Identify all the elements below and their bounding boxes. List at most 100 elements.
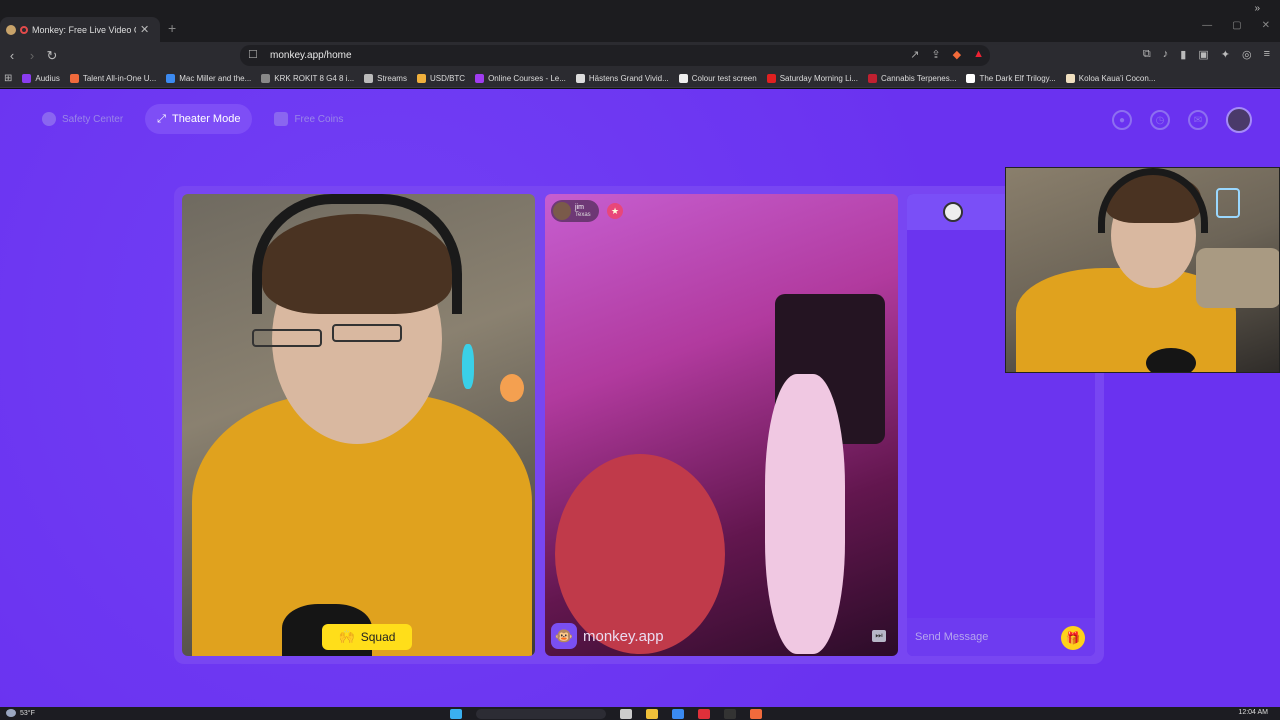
bookmark-item[interactable]: Saturday Morning Li... [766,73,858,83]
shield-icon [42,112,56,126]
messages-icon[interactable]: ✉ [1188,110,1208,130]
browser-toolbar: ‹ › ↻ ☐ monkey.app/home ↗ ⇪ ◆ ▲ ⧉ ♪ ▮ ▣ … [0,42,1280,69]
browser-tab[interactable]: Monkey: Free Live Video Cha ✕ [0,17,160,42]
microphone [1146,348,1196,372]
brand-text: monkey.app [583,627,664,645]
maximize-icon[interactable]: ▢ [1232,20,1241,31]
clock: 12:04 AM [1238,709,1268,716]
toolbar-icons: ⧉ ♪ ▮ ▣ ✦ ◎ ≡ [1143,48,1270,61]
media-icon[interactable]: ♪ [1163,48,1169,61]
bookmark-item[interactable]: Audius [22,73,60,83]
bookmark-label: Colour test screen [691,73,757,83]
taskbar-apps [450,709,762,719]
vpn-icon[interactable]: ◎ [1242,48,1252,61]
history-icon[interactable]: ◷ [1150,110,1170,130]
address-bar[interactable]: ☐ monkey.app/home ↗ ⇪ ◆ ▲ [240,45,990,66]
bookmark-item[interactable]: Talent All-in-One U... [69,73,157,83]
bookmark-item[interactable]: USD/BTC [416,73,465,83]
bookmark-favicon-icon [261,73,271,83]
bookmark-item[interactable]: Mac Miller and the... [166,73,251,83]
bookmark-item[interactable]: Koloa Kaua'i Cocon... [1065,73,1156,83]
minimize-icon[interactable]: — [1202,20,1212,31]
bookmark-favicon-icon [166,73,176,83]
app-icon[interactable] [724,709,736,719]
bookmark-favicon-icon [678,73,688,83]
app-icon[interactable] [698,709,710,719]
local-video: 🙌 Squad [182,194,535,656]
remote-user-tag[interactable]: jim Texas [551,200,599,222]
open-external-icon[interactable]: ↗ [910,48,919,61]
theater-mode-label: Theater Mode [171,113,241,125]
gift-icon[interactable]: 🎁 [1061,626,1085,650]
free-coins-button[interactable]: Free Coins [262,104,355,134]
skip-icon[interactable]: ⏭ [872,630,886,642]
chat-partner-avatar[interactable] [943,202,963,222]
squad-button[interactable]: 🙌 Squad [322,624,412,650]
filter-icon[interactable]: ● [1112,110,1132,130]
extensions-icon[interactable]: ⧉ [1143,48,1151,61]
apps-icon[interactable]: ⊞ [4,73,12,84]
bookmark-item[interactable]: Cannabis Terpenes... [867,73,957,83]
bookmark-item[interactable]: Colour test screen [678,73,757,83]
bookmark-favicon-icon [475,73,485,83]
glasses [332,324,402,342]
remote-user-avatar [553,202,571,220]
bookmark-favicon-icon [69,73,79,83]
bookmark-label: Hästens Grand Vivid... [588,73,669,83]
profile-avatar[interactable] [1226,107,1252,133]
badge-icon[interactable]: ★ [607,203,623,219]
lava-lamp [462,344,474,389]
sidebar-icon[interactable]: ▮ [1180,48,1186,61]
bookmark-item[interactable]: Online Courses - Le... [475,73,566,83]
leo-ai-icon[interactable]: ✦ [1221,48,1230,61]
menu-icon[interactable]: ≡ [1264,48,1270,61]
bookmark-icon[interactable]: ☐ [248,48,258,61]
couch [1196,248,1279,308]
file-explorer-icon[interactable] [646,709,658,719]
bookmark-label: Audius [35,73,60,83]
remote-user-name: jim [575,203,584,211]
bookmark-favicon-icon [416,73,426,83]
brand-watermark: 🐵 monkey.app [551,623,664,649]
task-view-icon[interactable] [620,709,632,719]
bookmark-label: KRK ROKIT 8 G4 8 i... [274,73,355,83]
remote-user-location: Texas [575,211,591,218]
bookmark-favicon-icon [575,73,585,83]
wallet-icon[interactable]: ▣ [1198,48,1208,61]
bookmark-label: Talent All-in-One U... [82,73,157,83]
new-tab-button[interactable]: + [168,20,176,36]
cloud-icon [6,709,16,717]
reload-icon[interactable]: ↻ [42,48,62,64]
close-window-icon[interactable]: ✕ [1262,20,1270,31]
windows-start-icon[interactable] [450,709,462,719]
forward-icon[interactable]: › [22,48,42,63]
weather-widget[interactable]: 53°F [6,709,35,717]
bookmark-favicon-icon [22,73,32,83]
bookmark-item[interactable]: Hästens Grand Vivid... [575,73,669,83]
remote-video: jim Texas ★ 🐵 monkey.app ⏭ [545,194,898,656]
recording-icon [20,25,28,34]
browser-icon[interactable] [750,709,762,719]
theater-mode-button[interactable]: ⤢ Theater Mode [145,104,253,134]
brave-shield-icon[interactable]: ◆ [953,48,961,61]
message-input[interactable]: Send Message 🎁 [907,618,1095,656]
bookmark-item[interactable]: KRK ROKIT 8 G4 8 i... [261,73,355,83]
bookmark-label: Cannabis Terpenes... [880,73,957,83]
bookmark-item[interactable]: Streams [364,73,407,83]
taskbar-search[interactable] [476,709,606,719]
close-tab-icon[interactable]: ✕ [140,23,149,36]
bookmark-label: Streams [377,73,407,83]
store-icon[interactable] [672,709,684,719]
share-icon[interactable]: ⇪ [931,48,940,61]
back-icon[interactable]: ‹ [2,48,22,63]
bookmarks-overflow-icon[interactable]: » [1254,3,1260,14]
tab-title: Monkey: Free Live Video Cha [32,24,136,35]
neon-sign [1216,188,1240,218]
url-text: monkey.app/home [270,50,352,61]
rewards-icon[interactable]: ▲ [973,48,984,61]
safety-center-button[interactable]: Safety Center [30,104,135,134]
bookmark-item[interactable]: The Dark Elf Trilogy... [966,73,1056,83]
salt-lamp [500,374,524,402]
weather-temp: 53°F [20,709,35,717]
bookmark-label: Koloa Kaua'i Cocon... [1078,73,1156,83]
